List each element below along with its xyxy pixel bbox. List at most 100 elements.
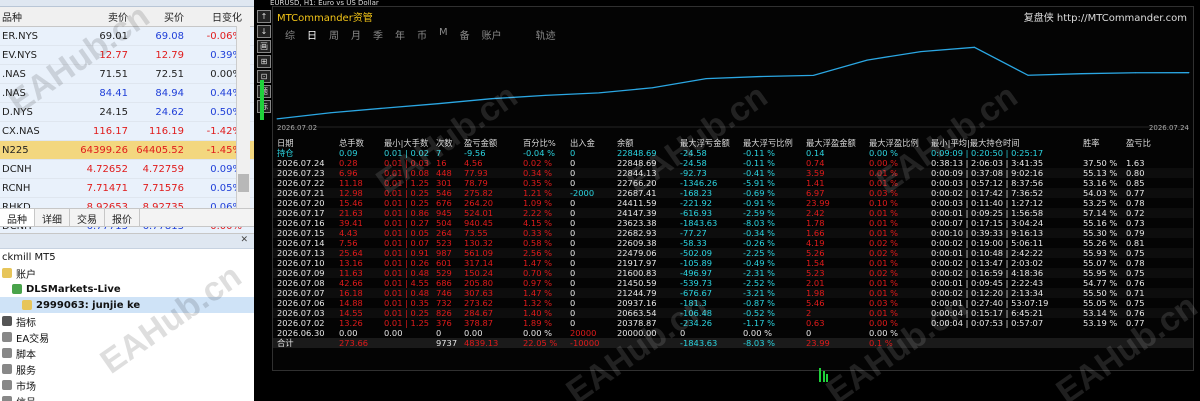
stats-cell: 1.66 [806, 228, 825, 238]
header-symbol[interactable]: 品种 [0, 9, 72, 24]
equity-point [383, 107, 385, 109]
stats-cell: 0.00 [384, 328, 403, 338]
quote-row[interactable]: RCNH 7.71471 7.71576 0.05% [0, 179, 254, 198]
quote-row[interactable]: EV.NYS 12.77 12.79 0.39% [0, 46, 254, 65]
quote-symbol: D.NYS [2, 106, 33, 118]
equity-point [920, 51, 922, 53]
stats-cell: 0:00:01 | 0:10:48 | 2:42:22 [931, 248, 1044, 258]
stats-cell: 21.63 [339, 208, 363, 218]
market-watch-tabs: 品种 详细 交易 报价 [0, 208, 254, 227]
quote-row[interactable]: .NAS 84.41 84.94 0.44% [0, 84, 254, 103]
stats-row: 2026.07.13 25.64 0.01 | 0.91 987 561.09 2.56 … [273, 248, 1193, 258]
equity-point [1188, 72, 1190, 74]
stats-cell: 2026.07.16 [277, 218, 325, 228]
stats-cell: 6.97 [806, 188, 825, 198]
quote-row[interactable]: CX.NAS 116.17 116.19 -1.42% [0, 122, 254, 141]
stats-cell: 合计 [277, 338, 294, 348]
quote-row[interactable]: ER.NYS 69.01 69.08 -0.06% [0, 27, 254, 46]
scrollbar-thumb[interactable] [238, 174, 249, 192]
stats-cell: 0.75 [1126, 268, 1145, 278]
mtcommander-site[interactable]: 复盘侠 http://MTCommander.com [1024, 9, 1187, 24]
navigator-item-icon [2, 364, 12, 374]
stats-cell: -2.52 % [743, 278, 775, 288]
tab-symbols[interactable]: 品种 [0, 209, 35, 226]
quote-row[interactable]: DCNH 4.72652 4.72759 0.09% [0, 160, 254, 179]
stats-cell: 22479.06 [617, 248, 657, 258]
stats-row: 2026.07.03 14.55 0.01 | 0.25 826 284.67 1.40 … [273, 308, 1193, 318]
navigator-item[interactable]: DLSMarkets-Live [0, 281, 254, 297]
stats-cell: 0:00:09 | 0:37:08 | 9:02:16 [931, 168, 1044, 178]
toolbar-icon[interactable]: ⊞ [257, 55, 271, 68]
stats-cell: 264 [436, 228, 452, 238]
navigator-item-label: EA交易 [16, 333, 50, 345]
stats-cell: 0.01 % [869, 178, 898, 188]
equity-point [544, 94, 546, 96]
equity-point [1134, 72, 1136, 74]
navigator-item[interactable]: EA交易 [0, 329, 254, 345]
stats-cell: 5.46 [806, 298, 825, 308]
stats-cell: 最大浮盈金额 [806, 137, 856, 148]
stats-cell: 987 [436, 248, 452, 258]
stats-cell: 561.09 [464, 248, 494, 258]
stats-row: 2026.07.08 42.66 0.01 | 4.55 686 205.80 0.97 … [273, 278, 1193, 288]
toolbar-icon[interactable]: ↑ [257, 10, 271, 23]
stats-cell: -181.3 [680, 298, 707, 308]
navigator-item[interactable]: 市场 [0, 377, 254, 393]
stats-cell: 55.26 % [1083, 238, 1118, 248]
quote-bid: 69.01 [99, 30, 128, 42]
stats-cell: -5.91 % [743, 178, 775, 188]
stats-cell: 0 [680, 328, 686, 338]
stats-cell: 6.96 [339, 168, 358, 178]
stats-cell: 21450.59 [617, 278, 657, 288]
stats-cell: 2026.07.06 [277, 298, 325, 308]
stats-row: 2026.06.30 0.00 0.00 0 0.00 0.00 % 20000 20000.… [273, 328, 1193, 338]
equity-start-date: 2026.07.02 [277, 124, 318, 132]
tab-trading[interactable]: 交易 [70, 209, 105, 226]
stats-cell: 0:00:04 | 0:15:17 | 6:45:21 [931, 308, 1044, 318]
navigator-item[interactable]: 信号 [0, 393, 254, 401]
equity-point [812, 74, 814, 76]
stats-cell: 23623.38 [617, 218, 657, 228]
stats-cell: 0 [570, 258, 576, 268]
stats-cell: 最大浮亏比例 [743, 137, 793, 148]
header-bid[interactable]: 卖价 [72, 9, 128, 24]
stats-cell: 0.01 | 0.03 [384, 158, 430, 168]
navigator-item[interactable]: 2999063: junjie ke [0, 297, 254, 313]
stats-cell: 22848.69 [617, 148, 657, 158]
close-icon[interactable]: ✕ [240, 235, 248, 245]
stats-cell: 0.01 | 0.35 [384, 298, 430, 308]
quote-row[interactable]: D.NYS 24.15 24.62 0.50% [0, 103, 254, 122]
header-ask[interactable]: 买价 [128, 9, 184, 24]
stats-cell: 0.71 [1126, 288, 1145, 298]
quote-row[interactable]: .NAS 71.51 72.51 0.00% [0, 65, 254, 84]
stats-cell: -502.09 [680, 248, 713, 258]
stats-cell: 20000.00 [617, 328, 657, 338]
stats-cell: 55.93 % [1083, 248, 1118, 258]
tab-details[interactable]: 详细 [35, 209, 70, 226]
market-watch-titlebar [0, 0, 254, 7]
navigator-item[interactable]: 账户 [0, 265, 254, 281]
toolbar-icon[interactable]: 画 [257, 40, 271, 53]
stats-cell: 20378.87 [617, 318, 657, 328]
tab-ticks[interactable]: 报价 [105, 209, 140, 226]
equity-point [1081, 73, 1083, 75]
toolbar-icon[interactable]: ↓ [257, 25, 271, 38]
stats-cell: -0.69 % [743, 188, 775, 198]
navigator-item[interactable]: 指标 [0, 313, 254, 329]
stats-cell: 376 [436, 318, 452, 328]
stats-row: 2026.07.17 21.63 0.01 | 0.86 945 524.01 2.22 … [273, 208, 1193, 218]
navigator-item[interactable]: 脚本 [0, 345, 254, 361]
stats-cell: 14.55 [339, 308, 363, 318]
navigator-item[interactable]: ckmill MT5 [0, 249, 254, 265]
quote-ask: 84.94 [155, 87, 184, 99]
stats-cell: 2026.07.02 [277, 318, 325, 328]
stats-cell: 5.26 [806, 248, 825, 258]
stats-cell: 0.79 [1126, 228, 1145, 238]
stats-cell: 55.13 % [1083, 168, 1118, 178]
navigator-item[interactable]: 服务 [0, 361, 254, 377]
stats-row: 2026.07.10 13.16 0.01 | 0.26 601 317.14 1.47 … [273, 258, 1193, 268]
stats-cell: 0.01 | 0.25 [384, 188, 430, 198]
quote-row[interactable]: N225 64399.26 64405.52 -1.45% [0, 141, 254, 160]
header-change[interactable]: 日变化 [184, 9, 246, 24]
market-watch-scrollbar[interactable] [236, 26, 250, 208]
